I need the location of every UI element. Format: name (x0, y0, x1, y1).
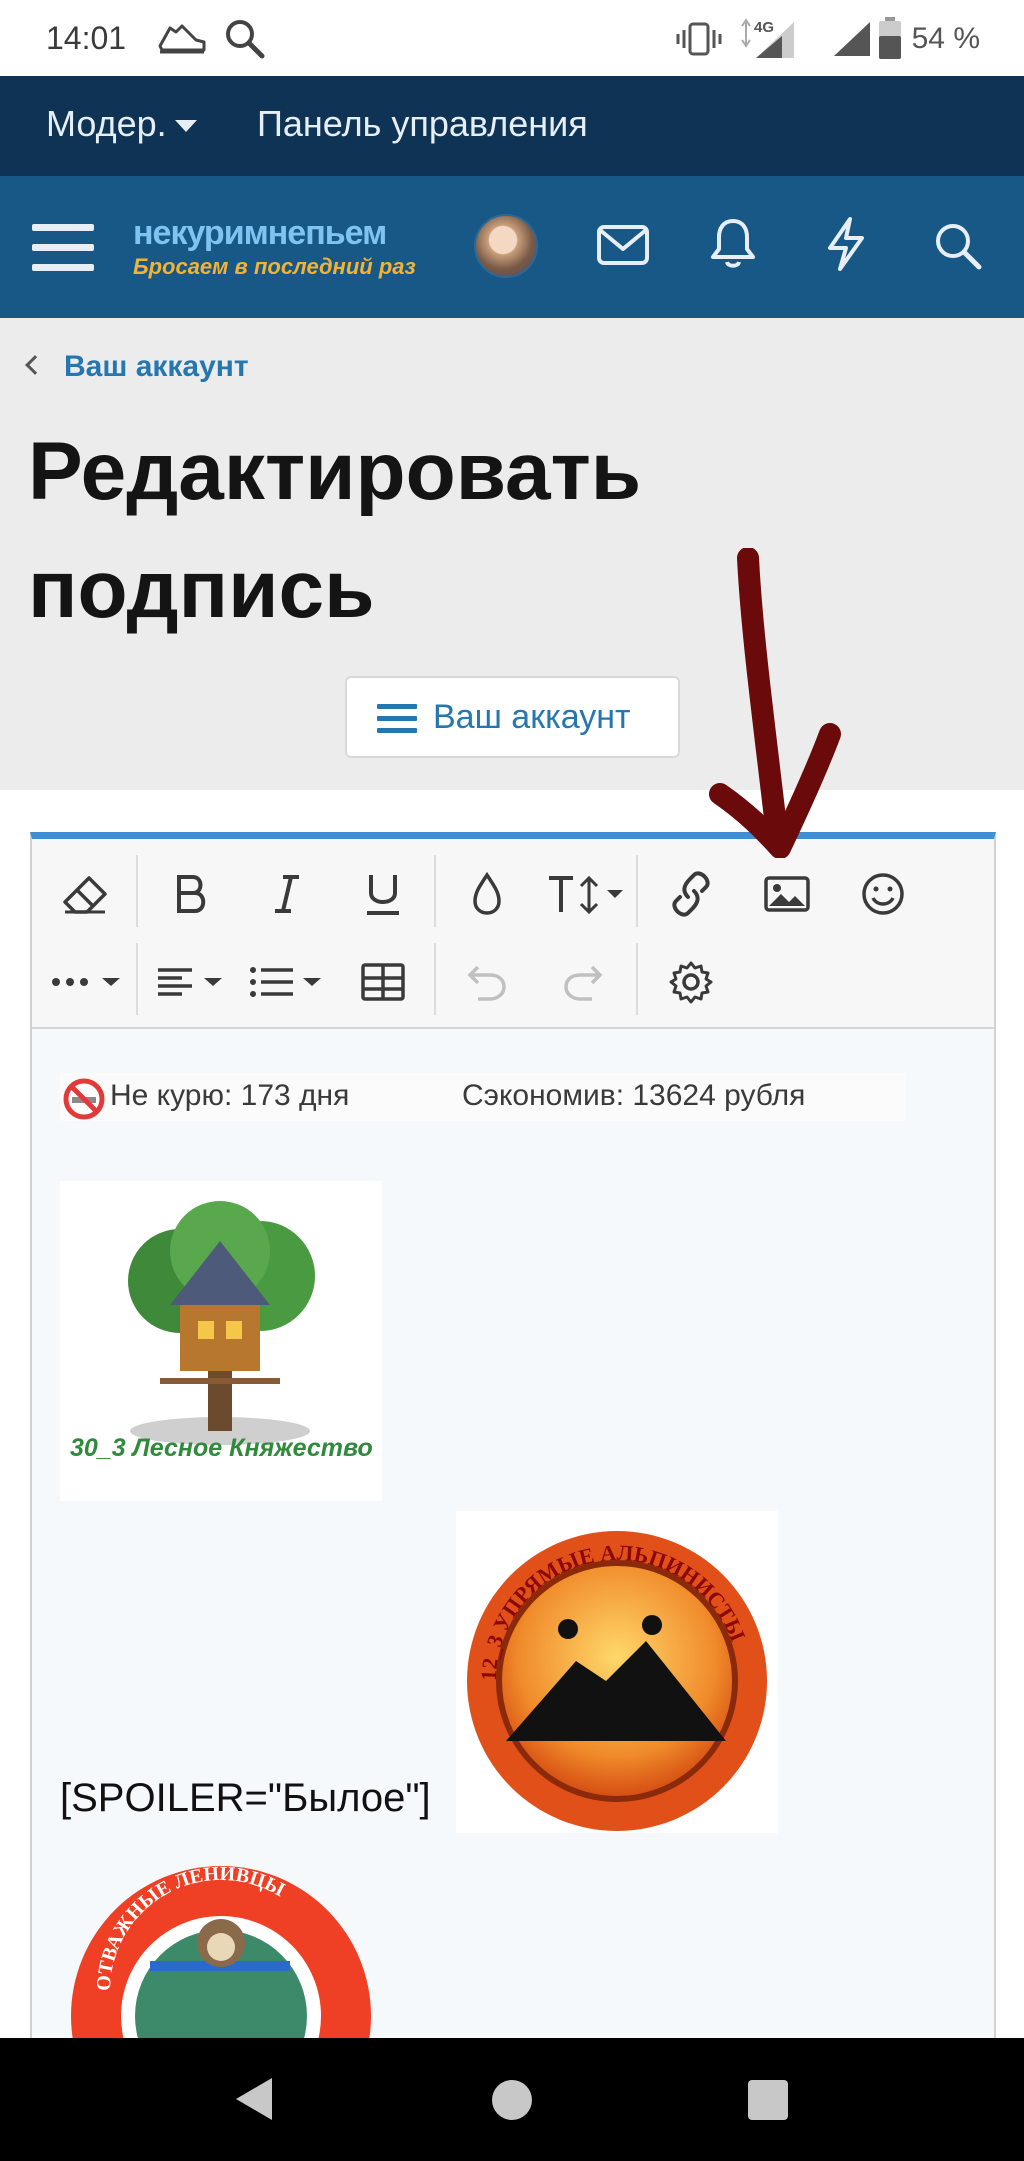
moderator-menu[interactable]: Модер. (46, 103, 197, 145)
lightning-icon[interactable] (824, 216, 868, 277)
toolbar-divider (636, 943, 638, 1015)
money-saved: Сэкономив: 13624 рубля (462, 1079, 806, 1112)
toolbar-divider (136, 855, 138, 927)
image-icon[interactable] (752, 859, 822, 929)
table-icon[interactable] (348, 947, 418, 1017)
menu-lines-icon (377, 702, 417, 745)
moderator-label: Модер. (46, 103, 167, 144)
caret-down-icon (174, 120, 197, 133)
undo-icon[interactable] (452, 947, 522, 1017)
status-bar: 14:01 4G 54 % (0, 0, 1024, 76)
signature-editor[interactable]: Не курю: 173 дня Сэкономив: 13624 рубля … (30, 832, 996, 2042)
badge1-caption: 30_3 Лесное Княжество (70, 1434, 373, 1462)
editor-content[interactable]: Не курю: 173 дня Сэкономив: 13624 рубля … (32, 1031, 994, 2040)
team-badge-forest-principality: 30_3 Лесное Княжество (60, 1181, 382, 1501)
toolbar-divider (636, 855, 638, 927)
inbox-icon[interactable] (596, 222, 650, 273)
account-menu-button[interactable]: Ваш аккаунт (345, 676, 680, 758)
moderator-bar: Модер. Панель управления (0, 76, 1024, 176)
svg-text:4G: 4G (754, 19, 774, 36)
not-smoking-days: Не курю: 173 дня (110, 1079, 350, 1112)
home-icon[interactable] (490, 2078, 534, 2127)
signal-icon (832, 20, 872, 63)
more-icon[interactable] (50, 947, 130, 1017)
hamburger-menu-icon[interactable] (32, 222, 94, 279)
vibrate-icon (674, 20, 724, 63)
shoe-icon (156, 18, 208, 63)
logo-tagline: Бросаем в последний раз (133, 254, 416, 279)
emoji-icon[interactable] (848, 859, 918, 929)
android-nav-bar (0, 2038, 1024, 2161)
redo-icon[interactable] (548, 947, 618, 1017)
team-badge-brave-sloths: ОТВАЖНЫЕ ЛЕНИВЦЫ (60, 1851, 382, 2040)
avatar[interactable] (474, 214, 538, 278)
page-header-area: Ваш аккаунт Редактировать подпись Ваш ак… (0, 318, 1024, 790)
toolbar-divider (136, 943, 138, 1015)
underline-icon[interactable] (348, 859, 418, 929)
toolbar-divider (434, 855, 436, 927)
chevron-left-icon (25, 355, 45, 375)
account-menu-label: Ваш аккаунт (433, 698, 631, 736)
signal-4g-icon: 4G (734, 14, 800, 67)
back-icon[interactable] (232, 2074, 276, 2129)
annotation-arrow-icon (700, 547, 850, 863)
logo-title: некуримнепьем (133, 214, 387, 252)
battery-icon (878, 16, 902, 65)
bold-icon[interactable] (156, 859, 226, 929)
search-status-icon (222, 16, 268, 67)
site-header: некуримнепьем Бросаем в последний раз (0, 176, 1024, 318)
search-icon[interactable] (932, 220, 984, 277)
eraser-icon[interactable] (50, 859, 120, 929)
recents-icon[interactable] (746, 2078, 790, 2127)
breadcrumb-label: Ваш аккаунт (64, 350, 249, 383)
spoiler-tag: [SPOILER="Былое"] (60, 1776, 431, 1820)
no-smoking-icon (62, 1077, 106, 1129)
admin-panel-link[interactable]: Панель управления (257, 103, 588, 145)
toolbar-divider (434, 943, 436, 1015)
battery-percent: 54 % (911, 22, 980, 55)
link-icon[interactable] (656, 859, 726, 929)
align-icon[interactable] (152, 947, 232, 1017)
italic-icon[interactable] (252, 859, 322, 929)
font-size-icon[interactable] (542, 859, 632, 929)
smoke-free-counter: Не курю: 173 дня Сэкономив: 13624 рубля (60, 1073, 906, 1121)
breadcrumb[interactable]: Ваш аккаунт (25, 350, 249, 384)
editor-toolbar (32, 839, 994, 1029)
status-time: 14:01 (46, 20, 127, 56)
color-icon[interactable] (452, 859, 522, 929)
team-badge-stubborn-climbers: 12_3 УПРЯМЫЕ АЛЬПИНИСТЫ (456, 1511, 778, 1833)
settings-icon[interactable] (656, 947, 726, 1017)
bell-icon[interactable] (708, 216, 758, 275)
list-icon[interactable] (244, 947, 334, 1017)
